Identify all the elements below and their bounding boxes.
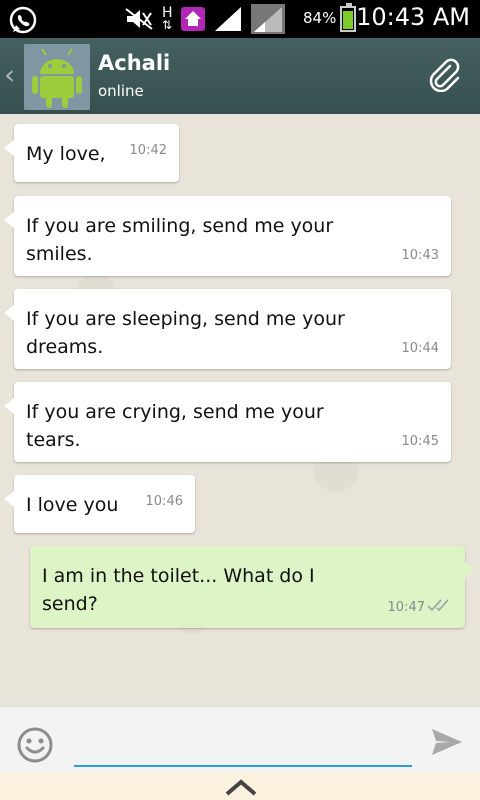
composer [0,706,480,773]
chat-header: ‹ Achali online [0,38,480,114]
signal-weak-icon [250,4,285,34]
message-time: 10:46 [145,494,183,509]
chevron-up-icon[interactable] [224,778,258,800]
signal-icon [214,7,241,31]
status-icons: H ⇅ [124,4,285,34]
message-bubble[interactable]: If you are crying, send me your tears. 10… [4,382,451,462]
message-text: If you are crying, send me your tears. [26,401,324,451]
mute-icon [125,8,153,30]
contact-name[interactable]: Achali [98,51,170,75]
avatar[interactable] [24,44,90,110]
message-time: 10:43 [401,248,439,263]
message-bubble[interactable]: I love you 10:46 [4,475,195,533]
status-bar: H ⇅ 84% 10:43 AM [0,0,480,38]
message-text: My love, [26,143,106,165]
message-text: If you are smiling, send me your smiles. [26,215,334,265]
keyboard-toggle-bar[interactable] [0,772,480,800]
message-time: 10:45 [401,434,439,449]
send-icon[interactable] [430,727,464,761]
message-text: I am in the toilet... What do Isend? [42,565,315,615]
smiley-icon[interactable] [16,726,54,768]
battery-percent: 84% [303,9,337,27]
message-bubble[interactable]: My love, 10:42 [4,124,179,182]
message-time: 10:42 [129,143,167,158]
whatsapp-notification-icon [8,5,38,39]
message-bubble[interactable]: If you are smiling, send me your smiles. … [4,196,451,276]
message-time: 10:47 [387,600,425,615]
battery-icon [340,3,356,32]
clock: 10:43 AM [356,3,470,31]
chevron-left-icon[interactable]: ‹ [4,58,15,91]
message-time: 10:44 [401,341,439,356]
contact-status: online [98,82,144,100]
message-input[interactable] [74,729,412,767]
message-bubble[interactable]: If you are sleeping, send me your dreams.… [4,289,451,369]
double-check-icon [427,592,453,620]
message-text: I love you [26,494,119,516]
message-bubble-outgoing[interactable]: I am in the toilet... What do Isend? 10:… [30,546,475,628]
paperclip-icon[interactable] [428,58,462,96]
network-type-icon: H ⇅ [162,5,173,32]
conversation[interactable]: My love, 10:42 If you are smiling, send … [0,114,480,706]
home-app-icon [180,7,205,31]
message-text: If you are sleeping, send me your dreams. [26,308,345,358]
